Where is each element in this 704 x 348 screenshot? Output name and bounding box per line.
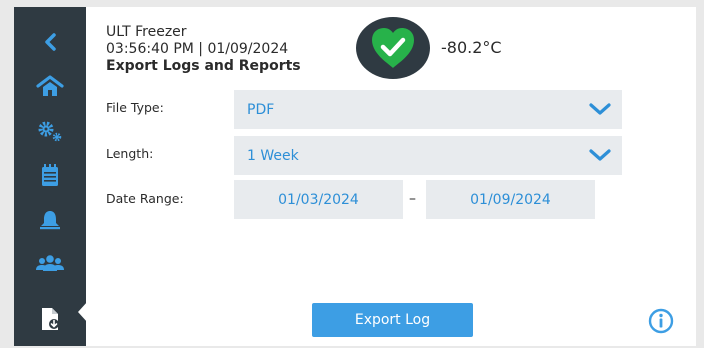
users-button[interactable] — [14, 244, 86, 284]
date-range-label: Date Range: — [106, 191, 184, 206]
temperature-readout: -80.2°C — [441, 38, 502, 57]
file-type-label: File Type: — [106, 100, 164, 115]
datetime: 03:56:40 PM | 01/09/2024 — [106, 41, 289, 57]
calendar-button[interactable] — [14, 155, 86, 195]
device-title: ULT Freezer — [106, 24, 187, 40]
length-value: 1 Week — [247, 147, 299, 164]
home-button[interactable] — [14, 66, 86, 106]
end-date-value: 01/09/2024 — [470, 191, 551, 208]
export-log-button[interactable]: Export Log — [312, 303, 473, 337]
heart-check-icon — [372, 28, 414, 68]
export-file-icon — [42, 308, 59, 330]
end-date-field[interactable]: 01/09/2024 — [426, 180, 595, 219]
calendar-icon — [42, 164, 58, 186]
header: ULT Freezer 03:56:40 PM | 01/09/2024 Exp… — [106, 24, 301, 75]
page-title: Export Logs and Reports — [106, 58, 301, 74]
export-logs-button[interactable] — [14, 299, 86, 339]
status-indicator — [356, 17, 430, 79]
info-button[interactable] — [648, 308, 674, 338]
back-chevron-icon — [45, 33, 56, 51]
file-type-select[interactable]: PDF — [234, 90, 622, 129]
settings-gears-icon — [38, 121, 62, 142]
active-indicator — [78, 301, 88, 323]
users-icon — [36, 255, 64, 271]
bell-icon — [40, 211, 60, 230]
length-select[interactable]: 1 Week — [234, 136, 622, 175]
start-date-field[interactable]: 01/03/2024 — [234, 180, 403, 219]
chevron-down-icon — [589, 103, 611, 115]
home-icon — [36, 75, 64, 96]
date-separator: – — [409, 191, 416, 207]
length-label: Length: — [106, 146, 154, 161]
back-button[interactable] — [14, 22, 86, 62]
alarms-button[interactable] — [14, 200, 86, 240]
start-date-value: 01/03/2024 — [278, 191, 359, 208]
sidebar — [14, 7, 86, 346]
info-icon — [648, 308, 674, 334]
chevron-down-icon — [589, 149, 611, 161]
file-type-value: PDF — [247, 101, 275, 118]
settings-button[interactable] — [14, 111, 86, 151]
